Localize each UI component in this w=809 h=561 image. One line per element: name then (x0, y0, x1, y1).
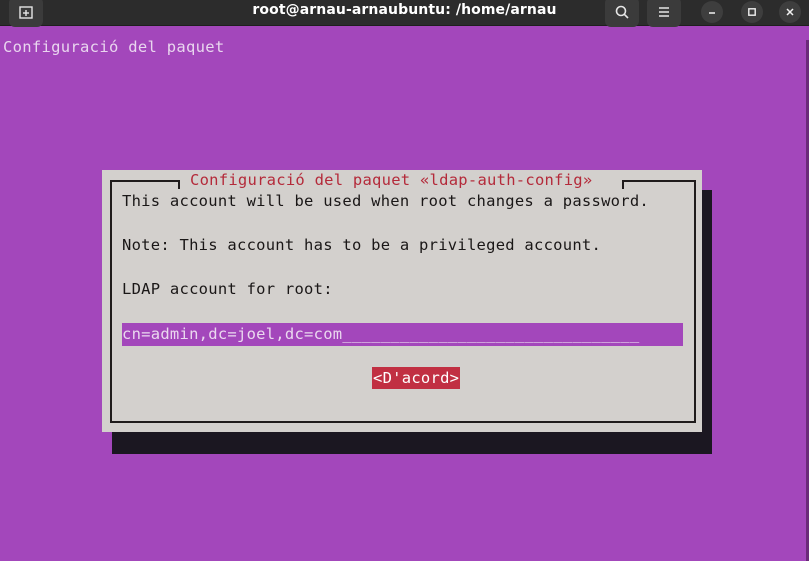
close-button[interactable] (779, 1, 801, 23)
title-bracket-right (622, 180, 624, 189)
minimize-icon (709, 12, 715, 14)
ldap-account-input[interactable]: cn=admin,dc=joel,dc=com_________________… (122, 323, 683, 346)
debconf-dialog: Configuració del paquet «ldap-auth-confi… (102, 170, 702, 432)
search-icon (615, 5, 629, 19)
dialog-frame-top-left (110, 180, 179, 182)
maximize-icon (748, 8, 756, 16)
window-titlebar: root@arnau-arnaubuntu: /home/arnau (0, 0, 809, 27)
dialog-text-line1: This account will be used when root chan… (122, 192, 649, 210)
input-fill-underscores: _______________________________ (342, 325, 640, 343)
ldap-account-value: cn=admin,dc=joel,dc=com (122, 325, 343, 343)
dialog-title: Configuració del paquet «ldap-auth-confi… (190, 171, 593, 189)
dialog-text-line3: LDAP account for root: (122, 280, 333, 298)
ok-button[interactable]: <D'acord> (372, 367, 461, 389)
dialog-text-line2: Note: This account has to be a privilege… (122, 236, 602, 254)
maximize-button[interactable] (741, 1, 763, 23)
terminal-header-text: Configuració del paquet (3, 38, 225, 56)
search-button[interactable] (605, 0, 639, 27)
window-title: root@arnau-arnaubuntu: /home/arnau (252, 2, 557, 18)
title-bracket-left (178, 180, 180, 189)
minimize-button[interactable] (701, 1, 723, 23)
dialog-frame-top-right (622, 180, 696, 182)
menu-button[interactable] (647, 0, 681, 27)
close-icon (786, 8, 794, 16)
hamburger-menu-icon (659, 7, 669, 17)
